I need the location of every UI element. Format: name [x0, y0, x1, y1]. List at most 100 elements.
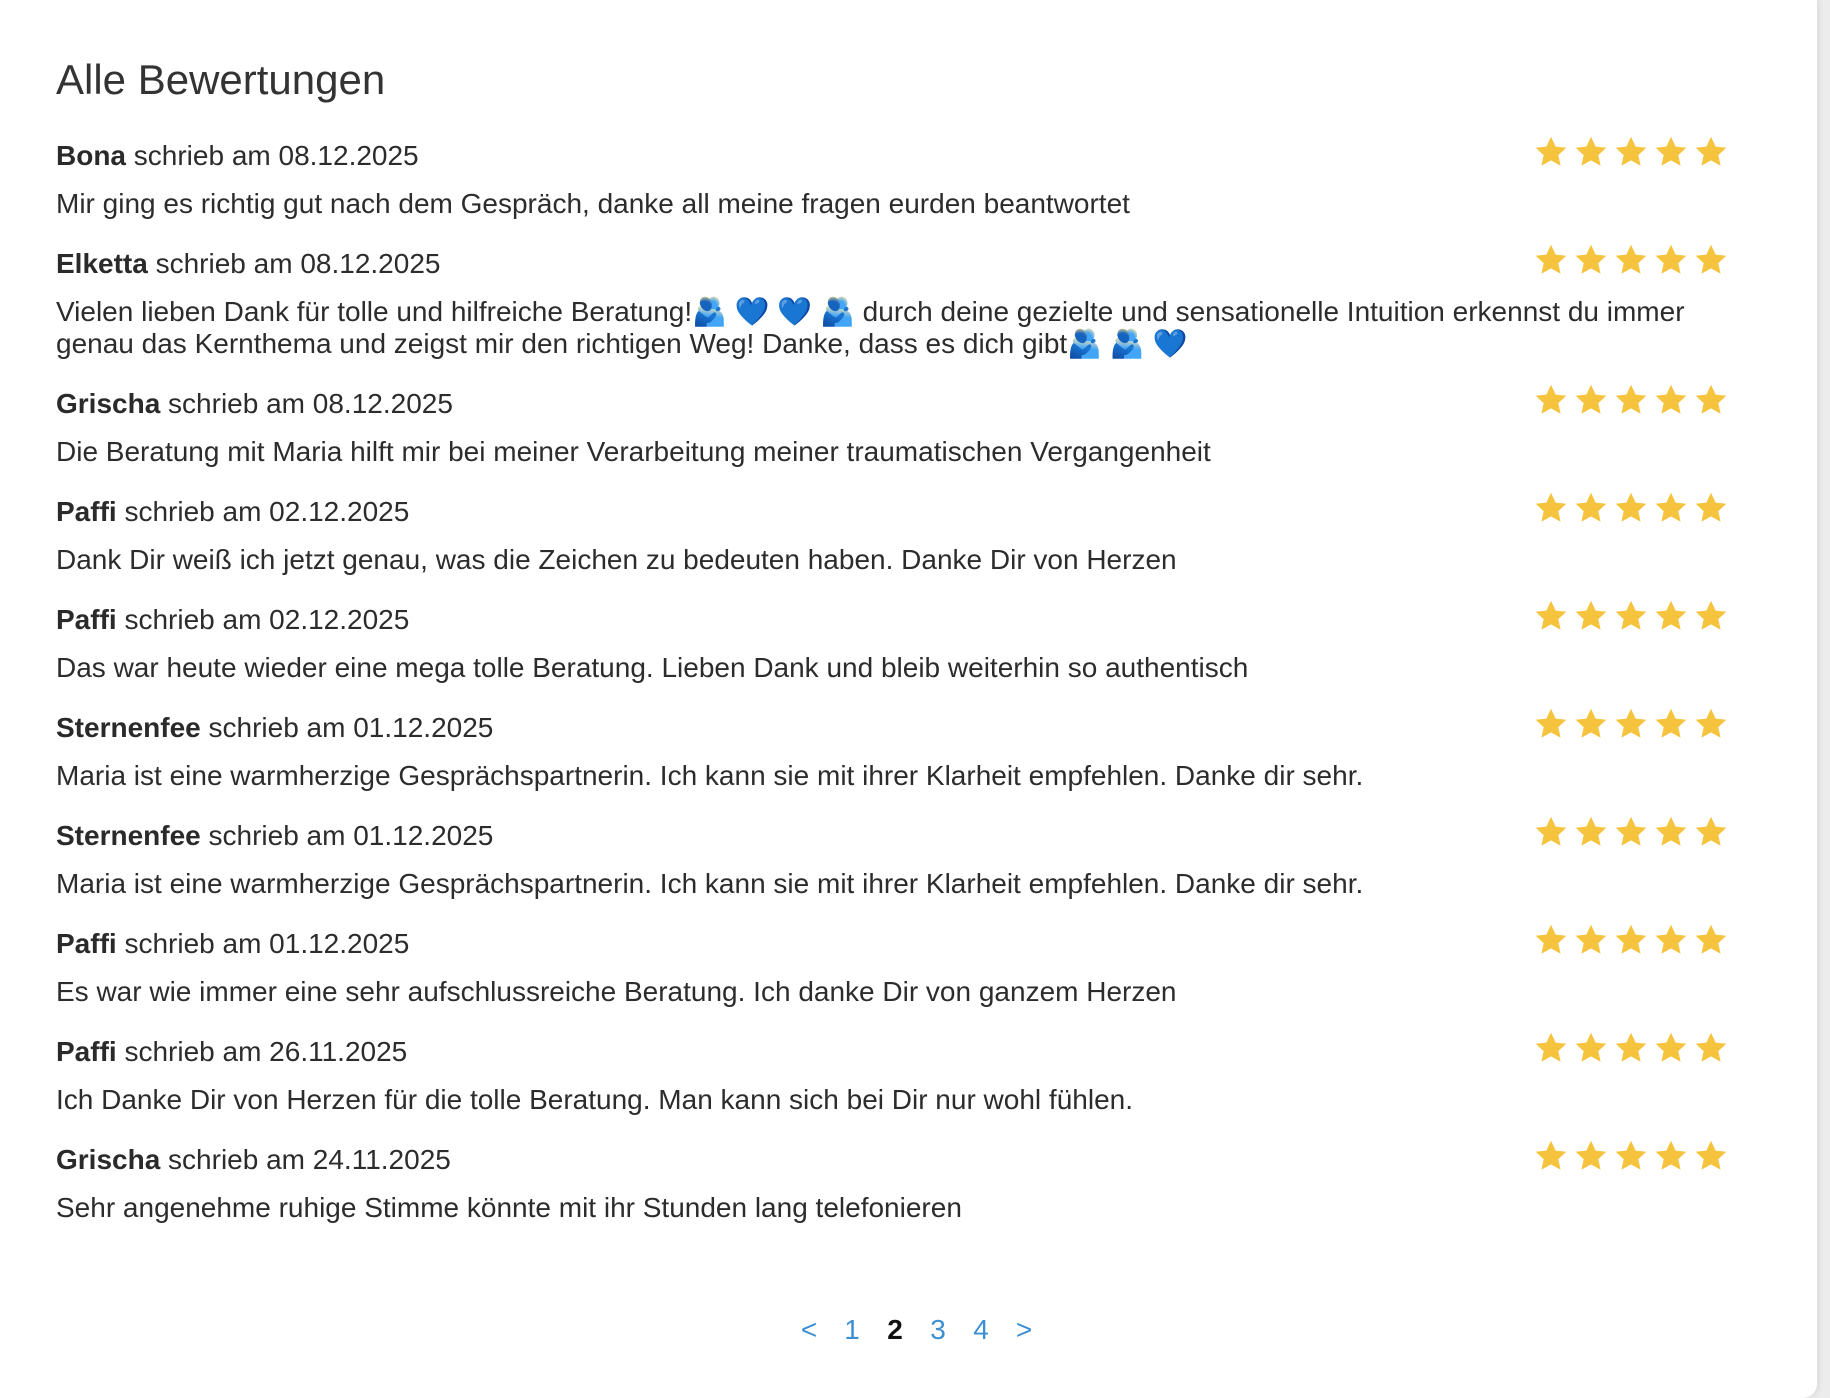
star-icon [1695, 136, 1727, 166]
star-icon [1575, 244, 1607, 274]
star-icon [1575, 708, 1607, 738]
star-icon [1615, 816, 1647, 846]
review-rating [1533, 598, 1729, 634]
review-date: schrieb am 26.11.2025 [116, 1036, 408, 1067]
review-author: Sternenfee [56, 712, 201, 743]
review-rating [1533, 490, 1729, 526]
star-icon [1535, 1140, 1567, 1170]
review-text: Dank Dir weiß ich jetzt genau, was die Z… [56, 544, 1177, 575]
review-date: schrieb am 01.12.2025 [200, 820, 494, 851]
star-icon [1575, 600, 1607, 630]
review-header: Grischa schrieb am 24.11.2025 [56, 1142, 1729, 1178]
pagination-next-button[interactable]: > [1003, 1310, 1046, 1350]
star-icon [1695, 1140, 1727, 1170]
section-title: Alle Bewertungen [56, 56, 386, 103]
star-icon [1655, 384, 1687, 414]
pagination-current-page: 2 [887, 1314, 903, 1345]
star-icon [1535, 708, 1567, 738]
review-text: Maria ist eine warmherzige Gesprächspart… [56, 760, 1364, 791]
star-icon [1655, 924, 1687, 954]
star-icon [1615, 924, 1647, 954]
review-rating [1533, 1030, 1729, 1066]
pagination-page-3[interactable]: 3 [917, 1310, 960, 1350]
star-icon [1535, 816, 1567, 846]
star-icon [1535, 136, 1567, 166]
review-rating [1533, 134, 1729, 170]
star-icon [1615, 244, 1647, 274]
star-icon [1575, 1032, 1607, 1062]
pagination: < 1 2 3 4 > [16, 1310, 1817, 1350]
star-icon [1615, 1140, 1647, 1170]
star-icon [1655, 816, 1687, 846]
review-author: Paffi [56, 1036, 117, 1067]
star-icon [1575, 1140, 1607, 1170]
star-icon [1615, 136, 1647, 166]
review-item: Paffi schrieb am 01.12.2025 Es war wie im… [56, 924, 1729, 1008]
review-author: Paffi [56, 604, 117, 635]
review-rating [1533, 706, 1729, 742]
review-text: Vielen lieben Dank für tolle und hilfrei… [56, 296, 1685, 359]
review-item: Elketta schrieb am 08.12.2025 Vielen lieb… [56, 244, 1729, 360]
review-item: Grischa schrieb am 08.12.2025 Die Beratun… [56, 384, 1729, 468]
star-icon [1655, 492, 1687, 522]
review-item: Sternenfee schrieb am 01.12.2025 Maria is… [56, 708, 1729, 792]
review-text: Ich Danke Dir von Herzen für die tolle B… [56, 1084, 1133, 1115]
star-icon [1655, 136, 1687, 166]
star-icon [1695, 1032, 1727, 1062]
star-icon [1535, 924, 1567, 954]
star-icon [1535, 384, 1567, 414]
star-icon [1575, 492, 1607, 522]
star-icon [1695, 924, 1727, 954]
review-item: Grischa schrieb am 24.11.2025 Sehr angene… [56, 1140, 1729, 1224]
star-icon [1575, 816, 1607, 846]
star-icon [1695, 244, 1727, 274]
star-icon [1615, 492, 1647, 522]
review-header: Sternenfee schrieb am 01.12.2025 [56, 710, 1729, 746]
reviews-card: Alle Bewertungen Bona schrieb am 08.12.2… [0, 0, 1817, 1398]
review-item: Paffi schrieb am 02.12.2025 Dank Dir weiß… [56, 492, 1729, 576]
star-icon [1535, 492, 1567, 522]
reviews-list: Bona schrieb am 08.12.2025 Mir ging es ri… [56, 136, 1729, 1224]
star-icon [1615, 1032, 1647, 1062]
star-icon [1575, 136, 1607, 166]
review-header: Paffi schrieb am 02.12.2025 [56, 494, 1729, 530]
review-date: schrieb am 08.12.2025 [147, 248, 441, 279]
star-icon [1695, 816, 1727, 846]
star-icon [1575, 384, 1607, 414]
review-author: Bona [56, 140, 126, 171]
review-date: schrieb am 08.12.2025 [160, 388, 453, 419]
review-date: schrieb am 02.12.2025 [116, 604, 410, 635]
pagination-page-4[interactable]: 4 [960, 1310, 1003, 1350]
star-icon [1615, 600, 1647, 630]
review-header: Paffi schrieb am 01.12.2025 [56, 926, 1729, 962]
review-date: schrieb am 01.12.2025 [116, 928, 410, 959]
review-text: Mir ging es richtig gut nach dem Gespräc… [56, 188, 1130, 219]
review-author: Paffi [56, 496, 117, 527]
review-rating [1533, 922, 1729, 958]
review-author: Elketta [56, 248, 148, 279]
review-rating [1533, 382, 1729, 418]
review-rating [1533, 1138, 1729, 1174]
review-text: Die Beratung mit Maria hilft mir bei mei… [56, 436, 1211, 467]
star-icon [1655, 1032, 1687, 1062]
review-date: schrieb am 08.12.2025 [126, 140, 419, 171]
review-item: Paffi schrieb am 26.11.2025 Ich Danke Dir… [56, 1032, 1729, 1116]
review-date: schrieb am 01.12.2025 [200, 712, 494, 743]
star-icon [1655, 244, 1687, 274]
star-icon [1615, 708, 1647, 738]
star-icon [1575, 924, 1607, 954]
review-header: Paffi schrieb am 26.11.2025 [56, 1034, 1729, 1070]
pagination-page-1[interactable]: 1 [831, 1310, 874, 1350]
pagination-prev-button[interactable]: < [788, 1310, 831, 1350]
star-icon [1615, 384, 1647, 414]
star-icon [1695, 384, 1727, 414]
star-icon [1535, 1032, 1567, 1062]
review-header: Bona schrieb am 08.12.2025 [56, 138, 1729, 174]
review-date: schrieb am 24.11.2025 [160, 1144, 451, 1175]
star-icon [1535, 244, 1567, 274]
review-item: Paffi schrieb am 02.12.2025 Das war heute… [56, 600, 1729, 684]
review-rating [1533, 242, 1729, 278]
star-icon [1655, 600, 1687, 630]
review-header: Elketta schrieb am 08.12.2025 [56, 246, 1729, 282]
review-text: Das war heute wieder eine mega tolle Ber… [56, 652, 1249, 683]
